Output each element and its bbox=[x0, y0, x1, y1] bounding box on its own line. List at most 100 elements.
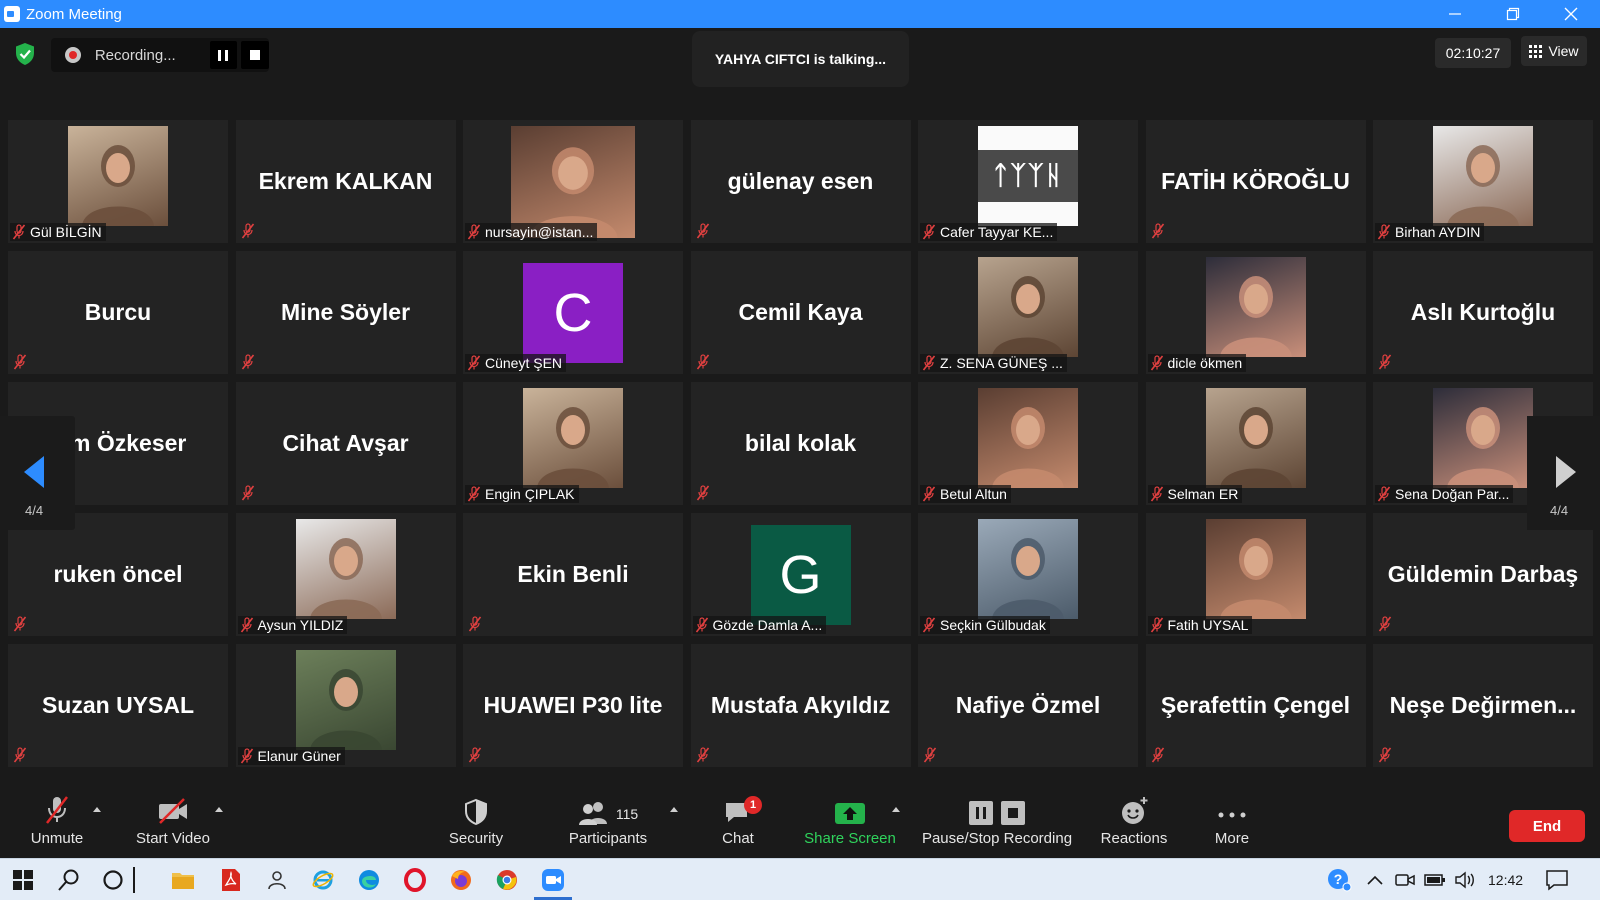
next-page-button[interactable]: 4/4 bbox=[1527, 416, 1600, 530]
participant-tile[interactable]: Z. SENA GÜNEŞ ... bbox=[918, 251, 1138, 374]
muted-indicator bbox=[241, 354, 255, 370]
participants-options-caret[interactable] bbox=[670, 807, 678, 812]
end-meeting-button[interactable]: End bbox=[1509, 810, 1585, 842]
participant-tile[interactable]: C Cüneyt ŞEN bbox=[463, 251, 683, 374]
chrome-icon bbox=[496, 870, 517, 890]
participant-tile[interactable]: Seçkin Gülbudak bbox=[918, 513, 1138, 636]
participant-avatar: C bbox=[523, 263, 623, 363]
pause-recording-button[interactable] bbox=[209, 41, 238, 69]
view-button[interactable]: View bbox=[1521, 36, 1587, 66]
participant-tile[interactable]: Betul Altun bbox=[918, 382, 1138, 505]
taskbar-search-button[interactable] bbox=[56, 867, 82, 893]
participant-tile[interactable]: Birhan AYDIN bbox=[1373, 120, 1593, 243]
participant-photo bbox=[1205, 388, 1306, 488]
participant-name-label: Fatih UYSAL bbox=[1147, 616, 1253, 634]
unmute-button[interactable]: Unmute bbox=[22, 790, 92, 858]
acrobat-taskbar-button[interactable] bbox=[218, 867, 244, 893]
share-screen-button[interactable]: Share Screen bbox=[804, 790, 896, 858]
start-video-label: Start Video bbox=[136, 830, 210, 847]
participant-tile[interactable]: Ekin Benli bbox=[463, 513, 683, 636]
participant-name: Gül BİLGİN bbox=[30, 224, 102, 240]
participant-tile[interactable]: Nafiye Özmel bbox=[918, 644, 1138, 767]
person-silhouette-icon bbox=[82, 145, 154, 226]
meet-now-tray-icon[interactable] bbox=[1392, 867, 1418, 893]
participant-name-label: Z. SENA GÜNEŞ ... bbox=[920, 354, 1067, 372]
participant-tile[interactable]: ruken öncel bbox=[8, 513, 228, 636]
participant-gallery: Gül BİLGİN Ekrem KALKAN nursayin@istan... g… bbox=[8, 120, 1593, 767]
chevron-up-icon bbox=[1367, 875, 1383, 885]
participant-tile[interactable]: Elanur Güner bbox=[235, 644, 456, 767]
minimize-button[interactable] bbox=[1426, 0, 1484, 28]
participant-tile[interactable]: Suzan UYSAL bbox=[8, 644, 228, 767]
security-button[interactable]: Security bbox=[440, 790, 512, 858]
participant-tile[interactable]: FATİH KÖROĞLU bbox=[1145, 120, 1366, 243]
participant-tile[interactable]: G Gözde Damla A... bbox=[690, 513, 911, 636]
participant-tile[interactable]: Cemil Kaya bbox=[690, 251, 911, 374]
edge-taskbar-button[interactable] bbox=[356, 867, 382, 893]
chrome-taskbar-button[interactable] bbox=[494, 867, 520, 893]
participant-tile[interactable]: Güldemin Darbaş bbox=[1373, 513, 1593, 636]
zoom-taskbar-button[interactable] bbox=[534, 867, 572, 900]
participant-tile[interactable]: Mine Söyler bbox=[235, 251, 456, 374]
volume-tray-icon[interactable] bbox=[1452, 867, 1478, 893]
video-options-caret[interactable] bbox=[215, 807, 223, 812]
participant-tile[interactable]: Mustafa Akyıldız bbox=[690, 644, 911, 767]
active-speaker-banner: YAHYA CIFTCI is talking... bbox=[692, 31, 909, 87]
people-app-taskbar-button[interactable] bbox=[264, 867, 290, 893]
pause-stop-recording-button[interactable]: Pause/Stop Recording bbox=[918, 790, 1076, 858]
participant-tile[interactable]: Selman ER bbox=[1145, 382, 1366, 505]
previous-page-button[interactable]: 4/4 bbox=[0, 416, 75, 530]
firefox-taskbar-button[interactable] bbox=[448, 867, 474, 893]
mic-muted-icon bbox=[1150, 486, 1163, 502]
tray-overflow-button[interactable] bbox=[1362, 867, 1388, 893]
start-video-button[interactable]: Start Video bbox=[128, 790, 218, 858]
participant-tile[interactable]: Gül BİLGİN bbox=[8, 120, 228, 243]
opera-taskbar-button[interactable] bbox=[402, 867, 428, 893]
action-center-button[interactable] bbox=[1544, 867, 1570, 893]
participants-button[interactable]: 115 Participants bbox=[562, 790, 654, 858]
internet-explorer-taskbar-button[interactable] bbox=[310, 867, 336, 893]
file-explorer-taskbar-button[interactable] bbox=[170, 867, 196, 893]
shield-icon bbox=[465, 798, 487, 826]
stop-recording-button[interactable] bbox=[241, 41, 270, 69]
windows-start-button[interactable] bbox=[10, 867, 36, 893]
participant-tile[interactable]: Şerafettin Çengel bbox=[1145, 644, 1366, 767]
participant-name-label: Sena Doğan Par... bbox=[1375, 485, 1514, 503]
taskbar-clock[interactable]: 12:42 bbox=[1488, 872, 1523, 888]
participant-tile[interactable]: Cihat Avşar bbox=[235, 382, 456, 505]
participant-tile[interactable]: Burcu bbox=[8, 251, 228, 374]
help-tray-icon[interactable]: ? bbox=[1326, 867, 1352, 893]
participant-tile[interactable]: dicle ökmen bbox=[1145, 251, 1366, 374]
audio-options-caret[interactable] bbox=[93, 807, 101, 812]
mic-muted-icon bbox=[13, 354, 27, 370]
participant-tile[interactable]: ᛏᛉᛉᚺ Cafer Tayyar KE... bbox=[918, 120, 1138, 243]
participant-tile[interactable]: bilal kolak bbox=[690, 382, 911, 505]
muted-indicator bbox=[696, 354, 710, 370]
participant-tile[interactable]: Engin ÇIPLAK bbox=[463, 382, 683, 505]
participant-photo bbox=[68, 126, 168, 226]
participant-tile[interactable]: Ekrem KALKAN bbox=[235, 120, 456, 243]
participant-photo bbox=[295, 519, 396, 619]
participant-tile[interactable]: Neşe Değirmen... bbox=[1373, 644, 1593, 767]
share-options-caret[interactable] bbox=[892, 807, 900, 812]
participant-tile[interactable]: gülenay esen bbox=[690, 120, 911, 243]
more-button[interactable]: More bbox=[1206, 790, 1258, 858]
cortana-button[interactable] bbox=[100, 867, 126, 893]
participant-tile[interactable]: Fatih UYSAL bbox=[1145, 513, 1366, 636]
participant-tile[interactable]: nursayin@istan... bbox=[463, 120, 683, 243]
gallery-grid-icon bbox=[1529, 45, 1543, 58]
restore-button[interactable] bbox=[1484, 0, 1542, 28]
close-button[interactable] bbox=[1542, 0, 1600, 28]
participant-tile[interactable]: HUAWEI P30 lite bbox=[463, 644, 683, 767]
participant-tile[interactable]: Aysun YILDIZ bbox=[235, 513, 456, 636]
battery-tray-icon[interactable] bbox=[1422, 867, 1448, 893]
participant-tile[interactable]: Aslı Kurtoğlu bbox=[1373, 251, 1593, 374]
participant-name: Şerafettin Çengel bbox=[1160, 692, 1351, 718]
reactions-button[interactable]: Reactions bbox=[1096, 790, 1172, 858]
opera-icon bbox=[404, 868, 426, 892]
security-shield-icon[interactable] bbox=[14, 42, 36, 66]
participant-name: Gözde Damla A... bbox=[712, 617, 823, 633]
mic-muted-icon bbox=[241, 354, 254, 370]
participant-photo bbox=[295, 650, 396, 750]
mic-muted-icon bbox=[1150, 617, 1163, 633]
